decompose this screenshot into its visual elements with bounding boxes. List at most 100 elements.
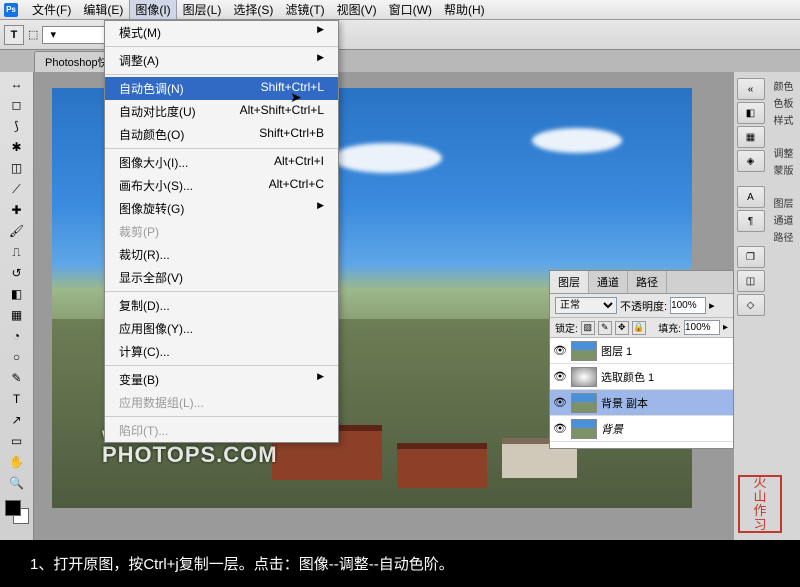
eyedropper-tool-icon[interactable]: ⟋ [6, 179, 28, 199]
layers-panel: 图层 通道 路径 正常 不透明度: ▸ 锁定: ▨ ✎ ✥ 🔒 填充: ▸ 👁图… [549, 270, 734, 449]
dock-label-channels[interactable]: 通道 [774, 212, 794, 227]
layer-row[interactable]: 👁背景 [550, 416, 733, 442]
orientation-icon[interactable]: ⬚ [28, 28, 38, 41]
color-swatches[interactable] [5, 500, 29, 524]
fill-arrow-icon[interactable]: ▸ [723, 322, 728, 333]
menu-item[interactable]: 自动色调(N)Shift+Ctrl+L [105, 77, 338, 100]
menu-item[interactable]: 自动颜色(O)Shift+Ctrl+B [105, 123, 338, 146]
menu-view[interactable]: 视图(V) [331, 0, 383, 20]
gradient-tool-icon[interactable]: ▦ [6, 305, 28, 325]
dock-styles-icon[interactable]: ◈ [737, 150, 765, 172]
visibility-icon[interactable]: 👁 [553, 370, 567, 383]
cursor-icon: ➤ [290, 89, 302, 106]
layer-name: 图层 1 [601, 343, 632, 359]
shape-tool-icon[interactable]: ▭ [6, 431, 28, 451]
opacity-input[interactable] [670, 297, 706, 314]
menu-item[interactable]: 模式(M)▶ [105, 21, 338, 44]
dock-paths-icon[interactable]: ◇ [737, 294, 765, 316]
menu-item[interactable]: 复制(D)... [105, 294, 338, 317]
fill-input[interactable] [684, 320, 720, 335]
menu-help[interactable]: 帮助(H) [438, 0, 491, 20]
wand-tool-icon[interactable]: ✱ [6, 137, 28, 157]
menu-item: 裁剪(P) [105, 220, 338, 243]
tab-paths[interactable]: 路径 [628, 271, 667, 293]
menu-item[interactable]: 图像大小(I)...Alt+Ctrl+I [105, 151, 338, 174]
move-tool-icon[interactable]: ↔ [6, 74, 28, 94]
foreground-color[interactable] [5, 500, 21, 516]
lock-move-icon[interactable]: ✥ [615, 321, 629, 335]
layer-row[interactable]: 👁选取颜色 1 [550, 364, 733, 390]
dock-color-icon[interactable]: ◧ [737, 102, 765, 124]
menu-item[interactable]: 自动对比度(U)Alt+Shift+Ctrl+L [105, 100, 338, 123]
menubar: Ps 文件(F) 编辑(E) 图像(I) 图层(L) 选择(S) 滤镜(T) 视… [0, 0, 800, 20]
layer-row[interactable]: 👁 背景 副本 [550, 390, 733, 416]
blur-tool-icon[interactable]: ◔ [6, 326, 28, 346]
crop-tool-icon[interactable]: ◫ [6, 158, 28, 178]
dock-label-adjust[interactable]: 调整 [774, 145, 794, 160]
dock-channels-icon[interactable]: ◫ [737, 270, 765, 292]
lock-transparent-icon[interactable]: ▨ [581, 321, 595, 335]
tab-channels[interactable]: 通道 [589, 271, 628, 293]
menu-item[interactable]: 显示全部(V) [105, 266, 338, 289]
lasso-tool-icon[interactable]: ⟆ [6, 116, 28, 136]
hand-tool-icon[interactable]: ✋ [6, 452, 28, 472]
blend-mode-select[interactable]: 正常 [555, 297, 617, 314]
layer-thumbnail[interactable] [571, 341, 597, 361]
type-tool-icon[interactable]: T [6, 389, 28, 409]
layer-thumbnail[interactable] [571, 367, 597, 387]
dock-label-swatches[interactable]: 色板 [774, 95, 794, 110]
dock-label-paths[interactable]: 路径 [774, 229, 794, 244]
menu-item[interactable]: 变量(B)▶ [105, 368, 338, 391]
dock-collapse-icon[interactable]: « [737, 78, 765, 100]
lock-paint-icon[interactable]: ✎ [598, 321, 612, 335]
menu-item[interactable]: 调整(A)▶ [105, 49, 338, 72]
lock-label: 锁定: [555, 320, 578, 335]
menu-file[interactable]: 文件(F) [26, 0, 77, 20]
dock-layers-icon[interactable]: ❐ [737, 246, 765, 268]
menu-filter[interactable]: 滤镜(T) [279, 0, 330, 20]
dock-type-icon[interactable]: A [737, 186, 765, 208]
dock-paragraph-icon[interactable]: ¶ [737, 210, 765, 232]
visibility-icon[interactable]: 👁 [553, 344, 567, 357]
menu-item[interactable]: 应用图像(Y)... [105, 317, 338, 340]
menu-select[interactable]: 选择(S) [227, 0, 279, 20]
brush-tool-icon[interactable]: 🖌 [6, 221, 28, 241]
visibility-icon[interactable]: 👁 [553, 422, 567, 435]
image-menu-dropdown: 模式(M)▶ 调整(A)▶ 自动色调(N)Shift+Ctrl+L自动对比度(U)A… [104, 20, 339, 443]
menu-window[interactable]: 窗口(W) [383, 0, 438, 20]
pen-tool-icon[interactable]: ✎ [6, 368, 28, 388]
tab-layers[interactable]: 图层 [550, 271, 589, 293]
menu-image[interactable]: 图像(I) [129, 0, 176, 20]
layer-name: 背景 副本 [601, 395, 648, 411]
menu-item[interactable]: 裁切(R)... [105, 243, 338, 266]
marquee-tool-icon[interactable]: ◻ [6, 95, 28, 115]
zoom-tool-icon[interactable]: 🔍 [6, 473, 28, 493]
lock-all-icon[interactable]: 🔒 [632, 321, 646, 335]
menu-item[interactable]: 计算(C)... [105, 340, 338, 363]
menu-item[interactable]: 图像旋转(G)▶ [105, 197, 338, 220]
signature-stamp: 火山作习 [738, 475, 782, 533]
layer-list: 👁图层 1👁选取颜色 1👁背景 副本👁背景 [550, 338, 733, 448]
menu-layer[interactable]: 图层(L) [177, 0, 228, 20]
font-family-select[interactable]: ▾ [42, 26, 112, 44]
healing-tool-icon[interactable]: ✚ [6, 200, 28, 220]
tool-indicator[interactable]: T [4, 25, 24, 45]
menu-edit[interactable]: 编辑(E) [77, 0, 129, 20]
dock-swatches-icon[interactable]: ▦ [737, 126, 765, 148]
opacity-arrow-icon[interactable]: ▸ [709, 299, 715, 312]
layer-thumbnail[interactable] [571, 419, 597, 439]
history-brush-icon[interactable]: ↺ [6, 263, 28, 283]
dock-label-mask[interactable]: 蒙版 [774, 162, 794, 177]
dock-label-styles[interactable]: 样式 [774, 112, 794, 127]
eraser-tool-icon[interactable]: ◧ [6, 284, 28, 304]
dock-label-color[interactable]: 颜色 [774, 78, 794, 93]
path-tool-icon[interactable]: ↗ [6, 410, 28, 430]
dock-label-layers[interactable]: 图层 [774, 195, 794, 210]
stamp-tool-icon[interactable]: ⎍ [6, 242, 28, 262]
layer-thumbnail[interactable] [571, 393, 597, 413]
dodge-tool-icon[interactable]: ○ [6, 347, 28, 367]
menu-item[interactable]: 画布大小(S)...Alt+Ctrl+C [105, 174, 338, 197]
opacity-label: 不透明度: [620, 298, 667, 314]
visibility-icon[interactable]: 👁 [553, 396, 567, 409]
layer-row[interactable]: 👁 图层 1 [550, 338, 733, 364]
